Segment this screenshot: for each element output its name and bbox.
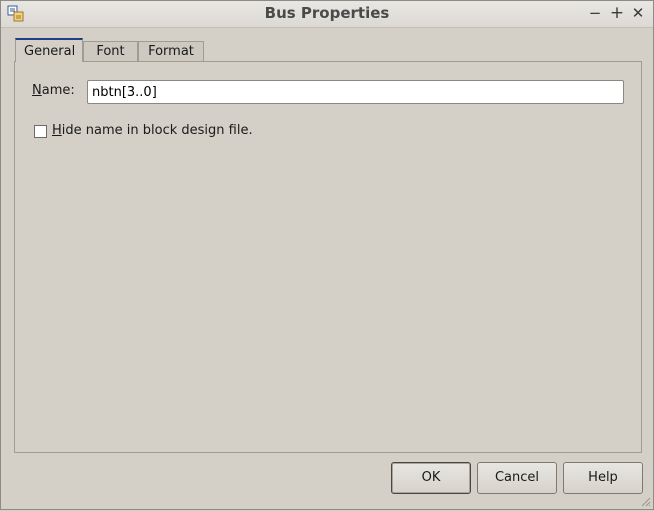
title-bar[interactable]: Bus Properties − + ✕ [1,1,653,28]
bus-properties-dialog: Bus Properties − + ✕ General Font Format… [0,0,654,510]
window-title: Bus Properties [264,4,390,22]
hide-name-label-rest: ide name in block design file. [61,123,253,138]
tab-format[interactable]: Format [138,41,204,61]
maximize-icon[interactable]: + [607,3,627,23]
general-tab-panel [14,61,642,453]
resize-grip-icon[interactable] [639,495,651,507]
hide-name-checkbox-label[interactable]: Hide name in block design file. [52,123,253,138]
name-label-mnemonic: N [32,83,42,98]
minimize-icon[interactable]: − [585,3,605,23]
ok-button[interactable]: OK [391,462,471,494]
close-icon[interactable]: ✕ [628,3,648,23]
tab-general[interactable]: General [15,38,83,62]
tab-font[interactable]: Font [83,41,138,61]
hide-name-mnemonic: H [52,123,62,138]
cancel-button[interactable]: Cancel [477,462,557,494]
hide-name-checkbox[interactable] [34,125,47,138]
help-button[interactable]: Help [563,462,643,494]
name-input[interactable] [87,80,624,104]
name-label: Name: [32,83,75,98]
name-label-rest: ame: [41,83,75,98]
